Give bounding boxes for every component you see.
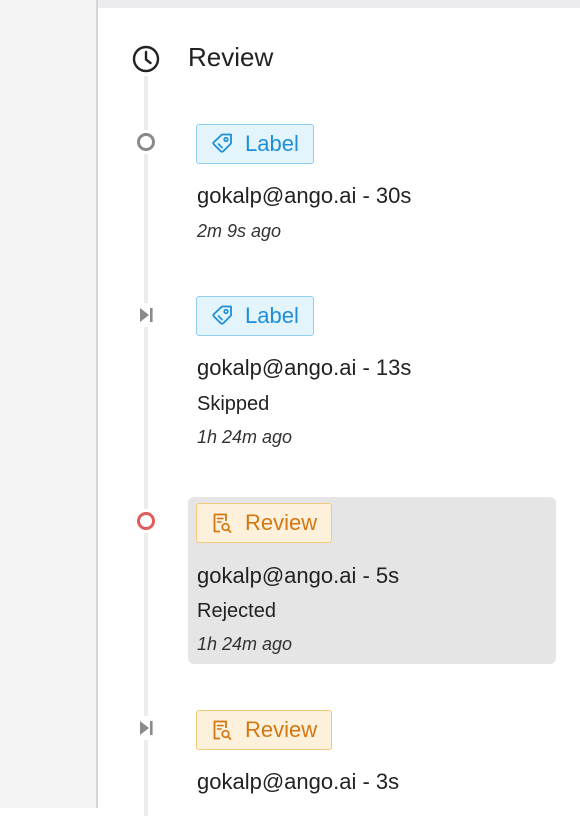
timeline-entry[interactable]: Label gokalp@ango.ai - 30s 2m 9s ago: [188, 124, 556, 254]
tag-label: Label: [245, 303, 299, 328]
entry-user: gokalp@ango.ai - 13s: [197, 355, 412, 380]
entry-user: gokalp@ango.ai - 3s: [197, 769, 400, 794]
clock-icon: [132, 45, 160, 73]
review-doc-icon: [213, 513, 232, 533]
timeline-entry[interactable]: Label gokalp@ango.ai - 13s Skipped 1h 24…: [188, 296, 556, 456]
entry-user: gokalp@ango.ai - 5s: [197, 563, 400, 588]
entry-time: 1h 24m ago: [197, 634, 293, 654]
tag-label: Review: [245, 717, 318, 742]
entry-time: 1h 24m ago: [197, 427, 293, 447]
skip-forward-icon: [134, 716, 158, 740]
top-bar: [98, 0, 580, 8]
entry-user: gokalp@ango.ai - 30s: [197, 183, 412, 208]
page-title: Review: [188, 42, 274, 72]
entry-status: Skipped: [197, 393, 270, 415]
review-tag: Review: [196, 503, 333, 543]
tag-label: Label: [245, 131, 299, 156]
tag-label: Review: [245, 510, 318, 535]
label-tag: Label: [196, 124, 314, 164]
review-tag: Review: [196, 710, 333, 750]
panel-divider: [96, 0, 98, 808]
tag-icon: [212, 305, 232, 325]
entry-time: 2m 9s ago: [197, 221, 282, 241]
review-doc-icon: [213, 720, 232, 740]
skip-forward-icon: [134, 303, 158, 327]
entry-status: Rejected: [197, 600, 276, 622]
circle-outline-red-icon: [134, 509, 158, 533]
timeline-entry-selected[interactable]: Review gokalp@ango.ai - 5s Rejected 1h 2…: [188, 497, 556, 664]
left-panel: [0, 0, 96, 808]
label-tag: Label: [196, 296, 314, 336]
tag-icon: [212, 133, 232, 153]
timeline-line: [144, 76, 148, 816]
timeline-entry[interactable]: Review gokalp@ango.ai - 3s: [188, 710, 556, 808]
circle-outline-icon: [134, 130, 158, 154]
